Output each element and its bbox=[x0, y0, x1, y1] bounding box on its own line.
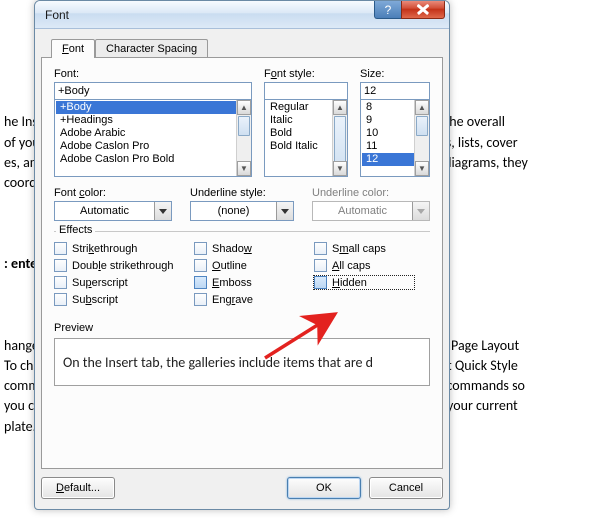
checkbox-outline[interactable]: Outline bbox=[194, 259, 314, 272]
scroll-down-icon[interactable]: ▼ bbox=[415, 161, 429, 176]
dialog-button-row: Default... OK Cancel bbox=[41, 473, 443, 503]
preview-box: On the Insert tab, the galleries include… bbox=[54, 338, 430, 386]
list-item[interactable]: Adobe Arabic bbox=[56, 127, 236, 140]
scroll-down-icon[interactable]: ▼ bbox=[333, 161, 347, 176]
list-item[interactable]: 8 bbox=[362, 101, 414, 114]
style-listbox[interactable]: Regular Italic Bold Bold Italic ▲ ▼ bbox=[264, 99, 348, 177]
checkbox-shadow[interactable]: Shadow bbox=[194, 242, 314, 255]
size-listbox[interactable]: 8 9 10 11 12 ▲ ▼ bbox=[360, 99, 430, 177]
checkbox-small-caps[interactable]: Small caps bbox=[314, 242, 414, 255]
checkbox-icon bbox=[314, 242, 327, 255]
scroll-thumb[interactable] bbox=[238, 116, 250, 136]
titlebar[interactable]: Font ? bbox=[35, 1, 449, 29]
scrollbar[interactable]: ▲ ▼ bbox=[236, 100, 251, 176]
chevron-down-icon[interactable] bbox=[154, 202, 171, 220]
font-input[interactable] bbox=[54, 82, 252, 100]
list-item[interactable]: Adobe Caslon Pro bbox=[56, 140, 236, 153]
font-listbox[interactable]: +Body +Headings Adobe Arabic Adobe Caslo… bbox=[54, 99, 252, 177]
list-item[interactable]: Regular bbox=[266, 101, 332, 114]
scroll-down-icon[interactable]: ▼ bbox=[237, 161, 251, 176]
ok-button[interactable]: OK bbox=[287, 477, 361, 499]
checkbox-engrave[interactable]: Engrave bbox=[194, 293, 314, 306]
checkbox-all-caps[interactable]: All caps bbox=[314, 259, 414, 272]
label-underline-color: Underline color: bbox=[312, 187, 430, 199]
list-item[interactable]: 10 bbox=[362, 127, 414, 140]
list-item[interactable]: +Body bbox=[56, 101, 236, 114]
close-icon bbox=[416, 4, 430, 15]
font-color-dropdown[interactable]: Automatic bbox=[54, 201, 172, 221]
checkbox-icon bbox=[194, 276, 207, 289]
label-font-color: Font color: bbox=[54, 187, 172, 199]
label-style: Font style: bbox=[264, 68, 348, 80]
tab-font[interactable]: Font bbox=[51, 39, 95, 58]
font-dialog: Font ? Font Character Spacing Font: +Bod… bbox=[34, 0, 450, 510]
scrollbar[interactable]: ▲ ▼ bbox=[332, 100, 347, 176]
tab-character-spacing[interactable]: Character Spacing bbox=[95, 39, 208, 58]
checkbox-icon bbox=[194, 293, 207, 306]
scroll-up-icon[interactable]: ▲ bbox=[333, 100, 347, 115]
checkbox-icon bbox=[194, 259, 207, 272]
scroll-up-icon[interactable]: ▲ bbox=[237, 100, 251, 115]
default-button[interactable]: Default... bbox=[41, 477, 115, 499]
checkbox-emboss[interactable]: Emboss bbox=[194, 276, 314, 289]
underline-style-dropdown[interactable]: (none) bbox=[190, 201, 294, 221]
checkbox-icon bbox=[54, 293, 67, 306]
help-button[interactable]: ? bbox=[374, 1, 402, 19]
checkbox-icon bbox=[54, 242, 67, 255]
scroll-thumb[interactable] bbox=[416, 116, 428, 136]
list-item[interactable]: Bold Italic bbox=[266, 140, 332, 153]
list-item[interactable]: 12 bbox=[362, 153, 414, 166]
label-underline-style: Underline style: bbox=[190, 187, 294, 199]
list-item[interactable]: 11 bbox=[362, 140, 414, 153]
cancel-button[interactable]: Cancel bbox=[369, 477, 443, 499]
checkbox-hidden[interactable]: Hidden bbox=[314, 276, 414, 289]
arrow-annotation-icon bbox=[257, 308, 349, 364]
checkbox-double-strikethrough[interactable]: Double strikethrough bbox=[54, 259, 194, 272]
chevron-down-icon bbox=[412, 202, 429, 220]
label-size: Size: bbox=[360, 68, 430, 80]
checkbox-strikethrough[interactable]: Strikethrough bbox=[54, 242, 194, 255]
label-font: Font: bbox=[54, 68, 252, 80]
style-input[interactable] bbox=[264, 82, 348, 100]
size-input[interactable] bbox=[360, 82, 430, 100]
checkbox-icon bbox=[54, 276, 67, 289]
dialog-title: Font bbox=[45, 8, 69, 22]
preview-label: Preview bbox=[54, 322, 430, 334]
effects-group-label: Effects bbox=[56, 224, 95, 236]
list-item[interactable]: Adobe Caslon Pro Bold bbox=[56, 153, 236, 166]
list-item[interactable]: Italic bbox=[266, 114, 332, 127]
tab-panel-font: Font: +Body +Headings Adobe Arabic Adobe… bbox=[41, 57, 443, 469]
checkbox-icon bbox=[54, 259, 67, 272]
close-button[interactable] bbox=[401, 1, 445, 19]
underline-color-dropdown: Automatic bbox=[312, 201, 430, 221]
scrollbar[interactable]: ▲ ▼ bbox=[414, 100, 429, 176]
checkbox-subscript[interactable]: Subscript bbox=[54, 293, 194, 306]
scroll-up-icon[interactable]: ▲ bbox=[415, 100, 429, 115]
tabstrip: Font Character Spacing bbox=[41, 35, 443, 57]
checkbox-superscript[interactable]: Superscript bbox=[54, 276, 194, 289]
list-item[interactable]: +Headings bbox=[56, 114, 236, 127]
list-item[interactable]: 9 bbox=[362, 114, 414, 127]
checkbox-icon bbox=[314, 259, 327, 272]
checkbox-icon bbox=[194, 242, 207, 255]
checkbox-icon bbox=[314, 276, 327, 289]
list-item[interactable]: Bold bbox=[266, 127, 332, 140]
chevron-down-icon[interactable] bbox=[276, 202, 293, 220]
